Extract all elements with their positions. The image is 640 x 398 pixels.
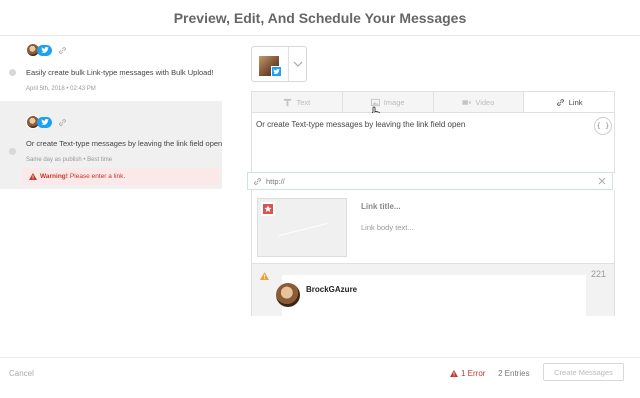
twitter-icon [271,66,282,77]
message-item-1[interactable]: Easily create bulk Link-type messages wi… [0,37,222,101]
message-type-tabs: Text Image Video Link [251,91,615,113]
warning-icon [260,272,269,280]
tweet-card [282,275,586,316]
star-icon [261,202,275,216]
tweet-preview: 221 BrockGAzure [251,264,615,316]
tab-label: Link [568,97,583,107]
message-item-2[interactable]: Or create Text-type messages by leaving … [0,101,222,189]
link-title-field[interactable]: Link title... [361,202,401,211]
warning-icon [29,173,37,180]
tab-image[interactable]: Image [343,92,434,112]
create-messages-button[interactable]: Create Messages [543,363,624,381]
thumbnail-placeholder [278,222,328,237]
link-url-input[interactable] [266,174,586,189]
tab-text[interactable]: Text [252,92,343,112]
link-thumbnail[interactable] [257,198,347,257]
variables-button[interactable]: { } [594,117,612,135]
video-icon [462,99,471,105]
message-meta: Same day as publish • Best time [26,157,113,163]
message-text: Or create Text-type messages by leaving … [26,139,223,148]
twitter-icon [37,116,52,128]
text-icon [284,98,292,106]
message-dot [9,69,16,76]
warning-label: Warning! [40,173,68,180]
message-composer[interactable]: Or create Text-type messages by leaving … [251,113,615,173]
warning-text: Please enter a link. [69,173,126,180]
link-icon [59,46,66,54]
chevron-down-icon[interactable] [293,59,303,69]
cancel-button[interactable]: Cancel [9,369,34,378]
modal-title: Preview, Edit, And Schedule Your Message… [0,0,640,36]
warning-banner: Warning! Please enter a link. [22,168,220,185]
avatar [276,283,300,307]
message-accounts [26,115,67,129]
message-accounts [26,43,67,57]
tab-link[interactable]: Link [524,92,614,112]
link-icon [254,178,261,185]
close-icon[interactable] [598,177,606,185]
message-text: Easily create bulk Link-type messages wi… [26,68,214,77]
tab-label: Image [383,97,405,107]
error-count-label: 1 Error [461,369,486,378]
divider [288,47,289,81]
tweet-username: BrockGAzure [306,285,358,294]
entries-count: 2 Entries [498,369,530,378]
message-textarea[interactable]: Or create Text-type messages by leaving … [256,120,465,129]
twitter-icon [37,44,52,56]
warning-icon [450,370,458,377]
tab-video[interactable]: Video [434,92,525,112]
link-url-field [247,172,613,190]
message-list: Easily create bulk Link-type messages wi… [0,37,222,357]
message-meta: April 5th, 2018 • 02:43 PM [26,86,96,92]
character-count: 221 [590,269,606,279]
tab-label: Text [296,97,311,107]
link-icon [556,98,564,106]
account-selector[interactable] [251,46,307,82]
link-icon [59,118,66,126]
link-preview-card: Link title... Link body text... [251,190,615,264]
tab-label: Video [475,97,495,107]
link-body-field[interactable]: Link body text... [361,223,414,232]
modal-footer: Cancel 1 Error 2 Entries Create Messages [0,357,640,398]
message-dot [9,148,16,155]
error-count[interactable]: 1 Error [450,369,485,378]
